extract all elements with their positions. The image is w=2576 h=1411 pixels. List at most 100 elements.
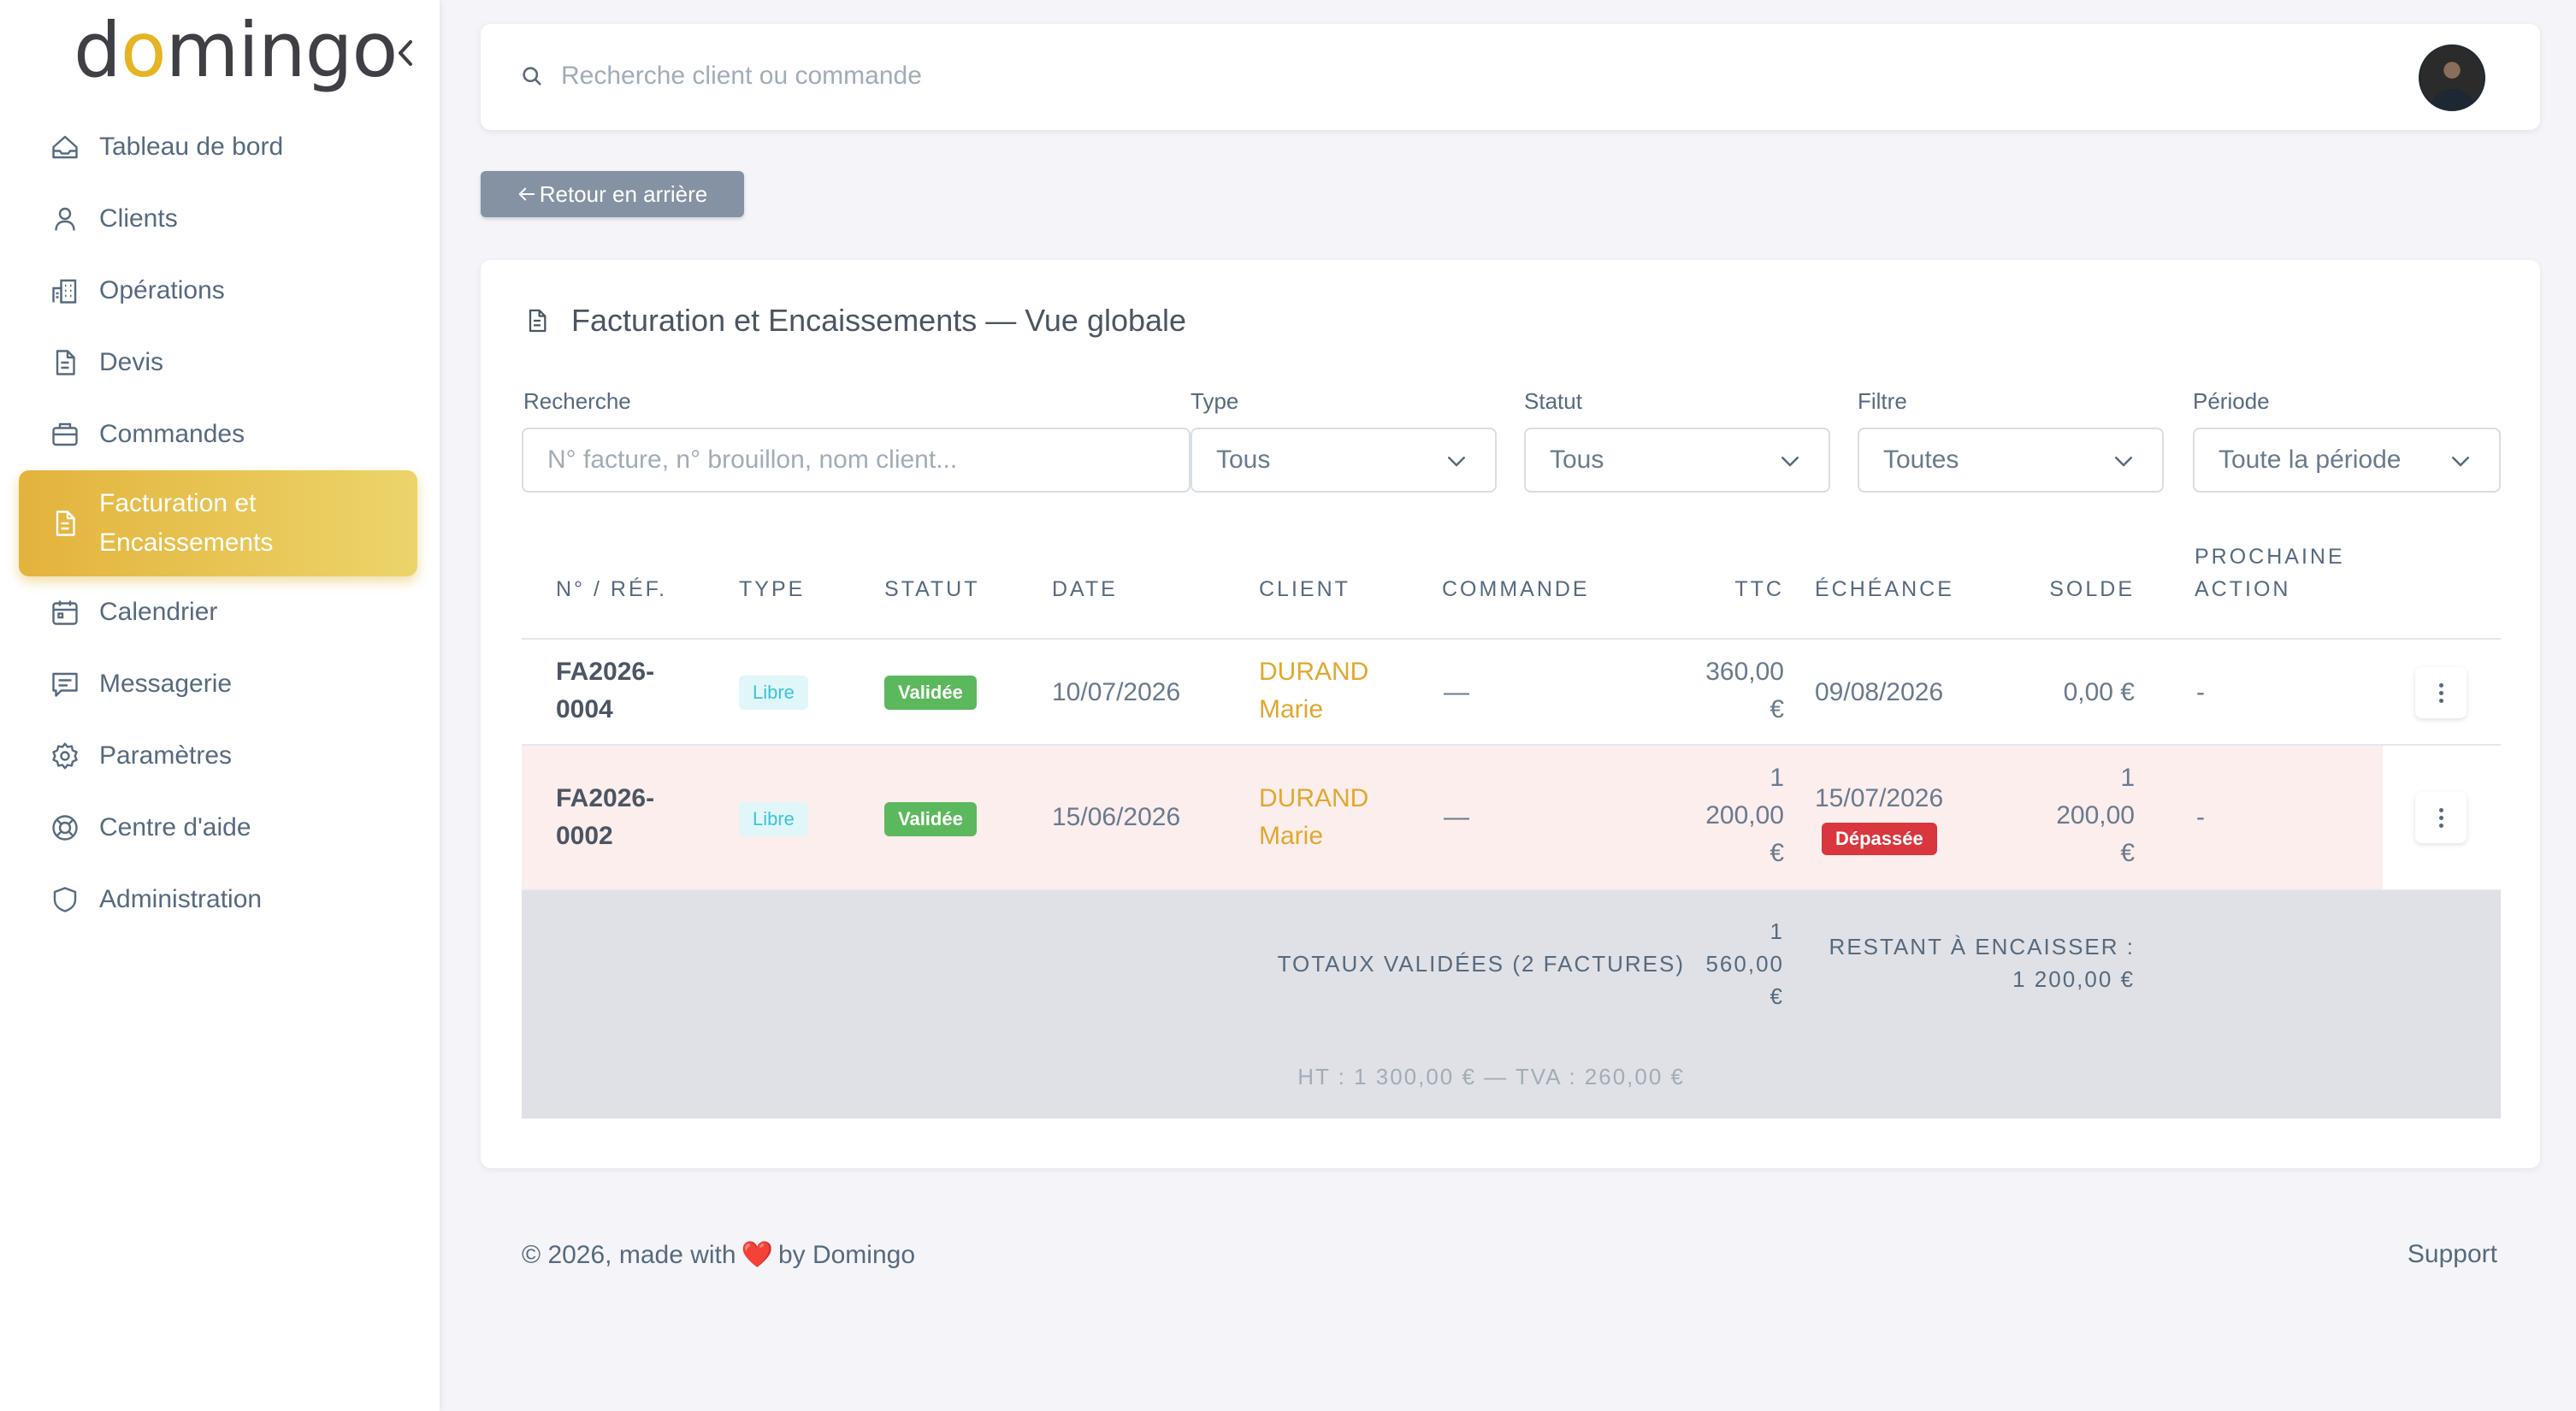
sidebar: domingo Tableau de bord Clients Opératio… (0, 0, 440, 1411)
ttc-line3: € (1770, 839, 1784, 867)
column-header-statut[interactable]: STATUT (884, 573, 980, 605)
domingo-logo[interactable]: domingo (74, 12, 398, 89)
back-button[interactable]: Retour en arrière (481, 171, 744, 217)
search-icon (523, 67, 541, 86)
remaining-label: RESTANT À ENCAISSER : (1829, 934, 2135, 959)
sidebar-item-tableau-de-bord[interactable]: Tableau de bord (19, 111, 417, 183)
table-totals: TOTAUX VALIDÉES (2 FACTURES) 1 560,00 € … (522, 891, 2501, 1119)
type-badge: Libre (739, 802, 808, 836)
sidebar-item-label: Devis (99, 348, 164, 376)
invoice-ref[interactable]: FA2026- 0004 (556, 653, 654, 729)
avatar-silhouette (2429, 89, 2477, 109)
column-header-date[interactable]: DATE (1052, 573, 1118, 605)
chevron-down-icon (2115, 457, 2132, 467)
statut-select[interactable]: Tous (1524, 428, 1830, 493)
column-header-solde[interactable]: SOLDE (2006, 573, 2135, 605)
remaining-amount: 1 200,00 € (2012, 966, 2135, 992)
row-actions-button[interactable] (2415, 667, 2467, 718)
user-avatar[interactable] (2419, 44, 2485, 111)
filter-search-label: Recherche (523, 388, 631, 414)
ttc-line1: 360,00 (1705, 658, 1784, 686)
user-icon (48, 202, 82, 236)
sidebar-item-label: Centre d'aide (99, 813, 251, 841)
sidebar-item-label: Administration (99, 885, 263, 913)
overdue-badge: Dépassée (1822, 823, 1937, 855)
sidebar-item-administration[interactable]: Administration (19, 864, 417, 936)
column-header-next-line2: ACTION (2195, 577, 2291, 601)
chevron-down-icon (1781, 457, 1799, 467)
sidebar-item-label: Facturation et Encaissements (99, 484, 273, 563)
client-link[interactable]: DURAND Marie (1259, 780, 1368, 855)
table-row[interactable]: FA2026- 0004 Libre Validée 10/07/2026 DU… (522, 640, 2501, 746)
invoice-ref-line2: 0004 (556, 695, 613, 723)
sidebar-item-label: Paramètres (99, 741, 233, 770)
sidebar-item-commandes[interactable]: Commandes (19, 399, 417, 470)
balance-line3: € (2120, 839, 2135, 867)
totals-ttc-line1: 1 (1770, 918, 1784, 944)
column-header-next-action: PROCHAINE ACTION (2195, 540, 2345, 605)
ttc-line1: 1 (1770, 764, 1784, 792)
support-link[interactable]: Support (2408, 1240, 2497, 1269)
column-header-commande[interactable]: COMMANDE (1442, 573, 1590, 605)
invoices-card: Facturation et Encaissements — Vue globa… (481, 260, 2540, 1168)
logo-letter-d: d (74, 6, 121, 94)
home-icon (48, 130, 82, 164)
sidebar-item-centre-aide[interactable]: Centre d'aide (19, 792, 417, 864)
totals-ttc-line3: € (1770, 983, 1784, 1009)
ht-tva-summary: HT : 1 300,00 € — TVA : 260,00 € (1297, 1064, 1685, 1089)
row-actions-button[interactable] (2415, 792, 2467, 843)
totals-label: TOTAUX VALIDÉES (2 FACTURES) (1277, 951, 1685, 977)
invoice-icon (523, 306, 552, 335)
client-line2: Marie (1259, 822, 1324, 850)
table-row-overdue[interactable]: FA2026- 0002 Libre Validée 15/06/2026 DU… (522, 746, 2501, 891)
footer-brand-link[interactable]: by Domingo (778, 1241, 915, 1270)
balance-amount: 1 200,00 € (2006, 759, 2135, 872)
next-action: - (2196, 803, 2205, 831)
footer-copyright: © 2026, made with ❤️ by Domingo (522, 1240, 915, 1270)
document-icon (48, 345, 82, 380)
periode-select[interactable]: Toute la période (2193, 428, 2501, 493)
type-select[interactable]: Tous (1191, 428, 1497, 493)
column-header-ttc[interactable]: TTC (1699, 573, 1784, 605)
filters-bar: Recherche N° facture, n° brouillon, nom … (522, 388, 2501, 493)
sidebar-item-operations[interactable]: Opérations (19, 255, 417, 327)
sidebar-item-clients[interactable]: Clients (19, 183, 417, 255)
heart-icon: ❤️ (741, 1241, 773, 1269)
ttc-line2: € (1770, 695, 1784, 723)
filter-type-label: Type (1191, 388, 1239, 414)
client-link[interactable]: DURAND Marie (1259, 653, 1368, 729)
calendar-icon (48, 595, 82, 629)
remaining-to-collect: RESTANT À ENCAISSER : 1 200,00 € (1787, 930, 2135, 995)
client-line1: DURAND (1259, 658, 1369, 686)
ttc-line2: 200,00 (1705, 801, 1784, 829)
filtre-select[interactable]: Toutes (1858, 428, 2164, 493)
sidebar-collapse-button[interactable] (390, 34, 421, 72)
column-header-ref[interactable]: N° / RÉF. (556, 573, 667, 605)
invoice-search-input[interactable]: N° facture, n° brouillon, nom client... (522, 428, 1191, 493)
invoice-ref-line2: 0002 (556, 822, 613, 850)
sidebar-item-parametres[interactable]: Paramètres (19, 720, 417, 792)
sidebar-item-calendrier[interactable]: Calendrier (19, 576, 417, 648)
sidebar-item-label-line2: Encaissements (99, 528, 274, 557)
next-action: - (2196, 678, 2205, 706)
invoice-ref-line1: FA2026- (556, 784, 655, 812)
logo-letters-mingo: mingo (165, 6, 399, 94)
sidebar-item-devis[interactable]: Devis (19, 327, 417, 399)
sidebar-item-label: Tableau de bord (99, 133, 284, 161)
global-search (520, 62, 1587, 91)
sidebar-item-messagerie[interactable]: Messagerie (19, 648, 417, 720)
sidebar-item-facturation[interactable]: Facturation et Encaissements (19, 470, 417, 576)
column-header-client[interactable]: CLIENT (1259, 573, 1350, 605)
arrow-left-icon (518, 187, 535, 201)
invoice-icon (48, 506, 82, 540)
filter-statut-label: Statut (1524, 388, 1582, 414)
global-search-input[interactable] (561, 62, 1587, 91)
invoice-ref[interactable]: FA2026- 0002 (556, 780, 654, 855)
briefcase-icon (48, 417, 82, 452)
column-header-type[interactable]: TYPE (739, 573, 805, 605)
ttc-amount: 1 200,00 € (1664, 759, 1784, 872)
balance-line2: 200,00 (2056, 801, 2135, 829)
balance-amount: 0,00 € (2063, 678, 2135, 706)
column-header-echeance[interactable]: ÉCHÉANCE (1815, 573, 1954, 605)
status-badge: Validée (884, 676, 977, 710)
